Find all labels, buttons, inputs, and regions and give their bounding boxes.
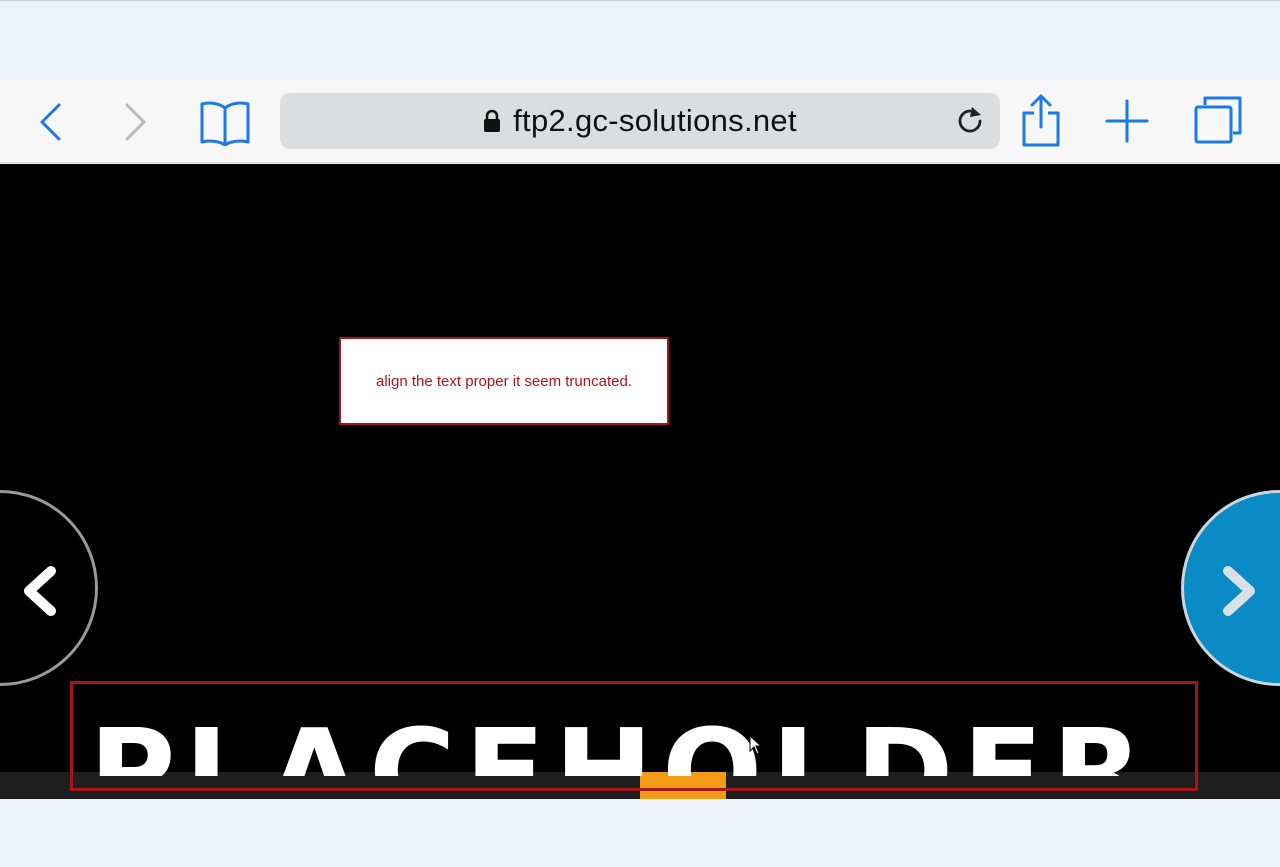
browser-toolbar: ftp2.gc-solutions.net xyxy=(0,80,1280,163)
next-slide-button[interactable] xyxy=(1181,490,1280,686)
url-text: ftp2.gc-solutions.net xyxy=(513,103,797,138)
tabs-icon xyxy=(1194,96,1242,144)
share-button[interactable] xyxy=(1018,92,1064,148)
window-top-strip xyxy=(0,0,1280,80)
new-tab-icon xyxy=(1105,99,1149,143)
banner-text: PLACEHOLDER xyxy=(89,703,1152,776)
address-bar[interactable]: ftp2.gc-solutions.net xyxy=(280,93,1000,149)
web-content: align the text proper it seem truncated.… xyxy=(0,164,1280,799)
review-annotation: align the text proper it seem truncated. xyxy=(339,337,669,425)
back-icon xyxy=(40,103,61,141)
bookmarks-button[interactable] xyxy=(197,97,253,147)
previous-slide-button[interactable] xyxy=(0,490,98,686)
tabs-button[interactable] xyxy=(1192,94,1244,146)
placeholder-banner: PLACEHOLDER xyxy=(70,681,1198,791)
reload-icon xyxy=(958,107,982,133)
forward-button[interactable] xyxy=(116,100,156,144)
chevron-left-icon xyxy=(24,566,56,616)
new-tab-button[interactable] xyxy=(1104,98,1150,144)
mouse-cursor-icon xyxy=(749,735,763,755)
share-icon xyxy=(1022,94,1060,147)
reload-button[interactable] xyxy=(954,105,986,137)
back-button[interactable] xyxy=(30,100,70,144)
chevron-right-icon xyxy=(1223,566,1255,616)
window-bottom-strip xyxy=(0,799,1280,867)
annotation-text: align the text proper it seem truncated. xyxy=(376,372,632,390)
lock-icon xyxy=(483,109,501,133)
forward-icon xyxy=(125,103,146,141)
bookmarks-icon xyxy=(200,101,250,146)
